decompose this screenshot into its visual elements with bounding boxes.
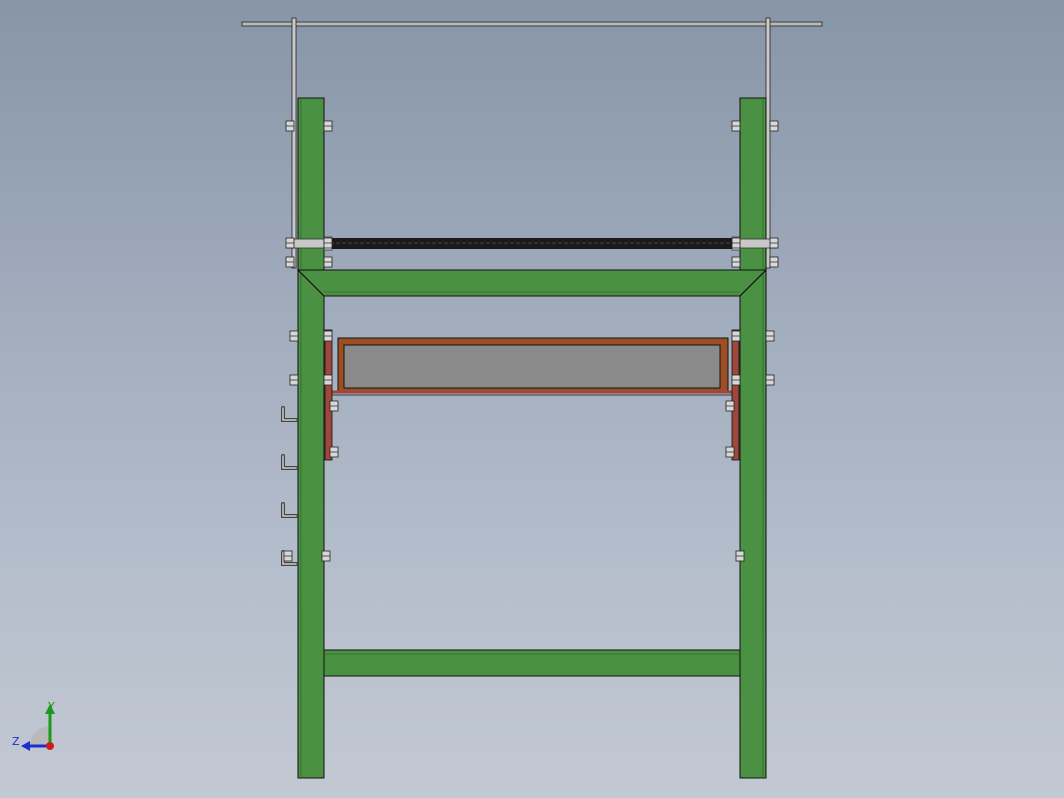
hanger-straps[interactable] <box>291 17 771 269</box>
orientation-triad: Y Z <box>12 700 55 751</box>
x-axis-dot <box>46 742 54 750</box>
top-rod[interactable] <box>241 21 823 27</box>
cad-viewport[interactable]: Y Z <box>0 0 1064 798</box>
upper-crossbar[interactable] <box>296 269 768 297</box>
y-axis-label: Y <box>47 700 55 713</box>
z-axis-label: Z <box>12 735 20 748</box>
side-hooks[interactable] <box>281 406 298 566</box>
tray[interactable] <box>328 337 736 396</box>
side-hooks-highlight <box>282 407 297 565</box>
left-post[interactable] <box>297 97 325 779</box>
lower-crossbar[interactable] <box>323 649 741 677</box>
roller-shaft[interactable] <box>287 236 777 251</box>
right-post[interactable] <box>739 97 767 779</box>
